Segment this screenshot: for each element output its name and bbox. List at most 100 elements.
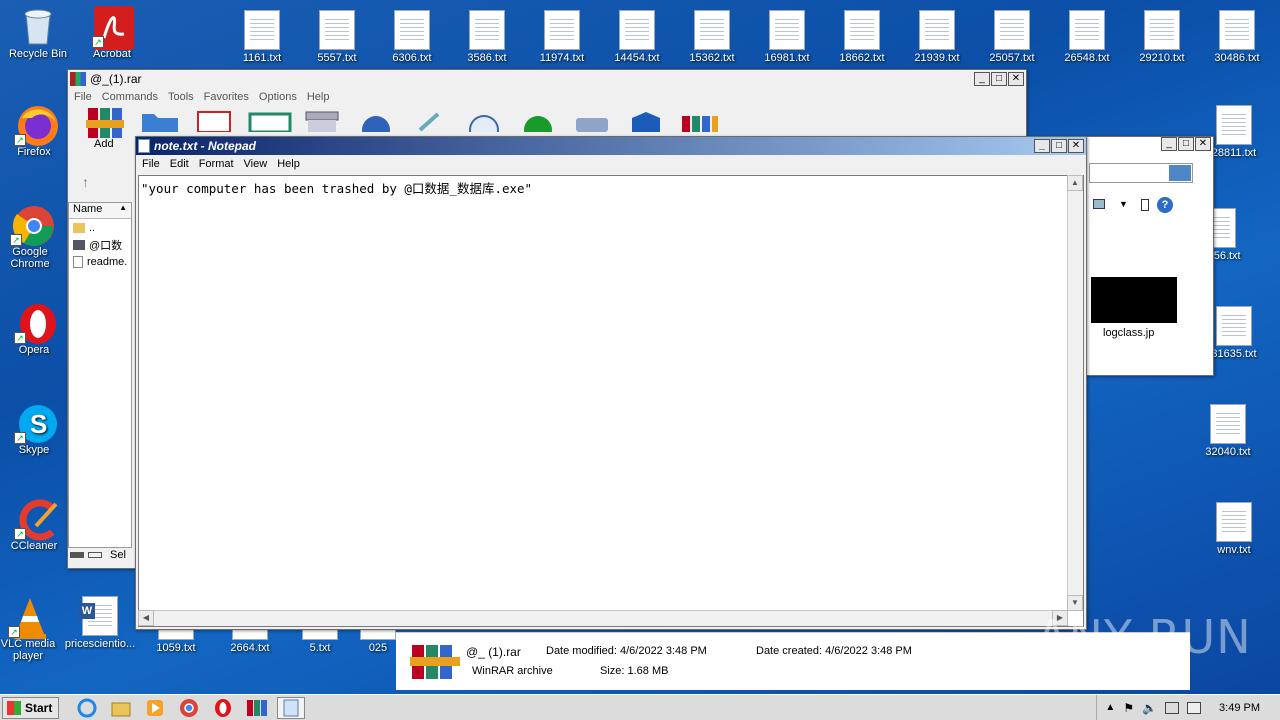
scroll-down-button[interactable]: ▼: [1067, 595, 1083, 611]
list-item[interactable]: ..: [69, 219, 131, 236]
chevron-down-icon[interactable]: ▼: [1119, 199, 1128, 209]
desktop-file-icon[interactable]: 29210.txt: [1124, 10, 1200, 64]
desktop-icon-firefox[interactable]: ↗ Firefox: [0, 104, 72, 158]
notepad-titlebar[interactable]: note.txt - Notepad _ □ ✕: [136, 137, 1086, 155]
start-button[interactable]: Start: [2, 696, 60, 719]
network-icon[interactable]: [1165, 701, 1180, 714]
notepad-content[interactable]: "your computer has been trashed by @口数据_…: [141, 178, 532, 197]
desktop-file-icon[interactable]: 6306.txt: [374, 10, 450, 64]
minimize-button[interactable]: _: [1161, 137, 1177, 151]
menu-item[interactable]: Favorites: [204, 91, 249, 103]
menu-item[interactable]: Help: [307, 91, 330, 103]
up-arrow-icon[interactable]: ↑: [82, 174, 89, 190]
close-button[interactable]: ✕: [1008, 72, 1024, 86]
taskbar-ie-icon[interactable]: [73, 697, 101, 719]
text-file-icon: [1219, 10, 1255, 50]
details-date-modified: Date modified: 4/6/2022 3:48 PM: [546, 645, 707, 657]
list-item[interactable]: readme.: [69, 253, 131, 270]
desktop-file-label: 1059.txt: [156, 642, 196, 654]
winrar-titlebar[interactable]: @_(1).rar _ □ ✕: [68, 70, 1026, 88]
taskbar-winrar-icon[interactable]: [243, 697, 271, 719]
close-button[interactable]: ✕: [1195, 137, 1211, 151]
menu-item[interactable]: Edit: [170, 158, 189, 170]
desktop-file-icon[interactable]: 3586.txt: [449, 10, 525, 64]
desktop-file-icon[interactable]: 15362.txt: [674, 10, 750, 64]
explorer-window[interactable]: _ □ ✕ ▼ ? logclass.jp: [1086, 136, 1214, 376]
menu-item[interactable]: File: [74, 91, 92, 103]
taskbar-explorer-icon[interactable]: [107, 697, 135, 719]
desktop-file-label: 2664.txt: [230, 642, 270, 654]
taskbar: Start ▲ ⚑ 🔈 3:49 PM: [0, 694, 1280, 720]
chrome-icon: ↗: [10, 204, 54, 246]
desktop-icon-acrobat[interactable]: ↗ Acrobat: [74, 6, 150, 60]
taskbar-opera-icon[interactable]: [209, 697, 237, 719]
search-icon[interactable]: [1169, 165, 1191, 181]
action-center-icon[interactable]: ⚑: [1123, 701, 1134, 715]
shortcut-arrow-icon: ↗: [92, 36, 104, 48]
power-icon[interactable]: [1187, 701, 1202, 714]
taskbar-notepad-icon[interactable]: [277, 696, 306, 719]
vertical-scrollbar[interactable]: ▲ ▼: [1067, 175, 1083, 611]
scroll-up-button[interactable]: ▲: [1067, 175, 1083, 191]
desktop-icon-recycle-bin[interactable]: Recycle Bin: [0, 6, 76, 60]
desktop-file-icon[interactable]: 18662.txt: [824, 10, 900, 64]
maximize-button[interactable]: □: [1051, 139, 1067, 153]
winrar-file-list[interactable]: Name ▲ .. @口数 readme.: [68, 202, 132, 548]
preview-pane-icon[interactable]: [1141, 199, 1149, 211]
menu-item[interactable]: View: [244, 158, 268, 170]
horizontal-scrollbar[interactable]: ◀ ▶: [138, 610, 1068, 626]
notepad-text-area[interactable]: "your computer has been trashed by @口数据_…: [138, 175, 1084, 627]
desktop-file-icon[interactable]: 30486.txt: [1199, 10, 1275, 64]
maximize-button[interactable]: □: [991, 72, 1007, 86]
minimize-button[interactable]: _: [1034, 139, 1050, 153]
column-header-name[interactable]: Name ▲: [69, 203, 131, 219]
desktop-file-icon[interactable]: 14454.txt: [599, 10, 675, 64]
desktop-icon-word-doc[interactable]: W pricescientio...: [62, 596, 138, 650]
image-thumbnail[interactable]: [1091, 277, 1177, 323]
add-archive-icon[interactable]: Add: [86, 108, 126, 150]
desktop-file-icon[interactable]: 16981.txt: [749, 10, 825, 64]
desktop-file-icon[interactable]: 1161.txt: [224, 10, 300, 64]
shortcut-arrow-icon: ↗: [14, 432, 26, 444]
desktop-file-label: 1161.txt: [242, 52, 282, 64]
minimize-button[interactable]: _: [974, 72, 990, 86]
desktop-file-icon[interactable]: 21939.txt: [899, 10, 975, 64]
menu-item[interactable]: Tools: [168, 91, 194, 103]
drive-icon: [70, 552, 84, 558]
view-icon[interactable]: [1093, 199, 1105, 209]
menu-item[interactable]: File: [142, 158, 160, 170]
desktop-icon-label: Recycle Bin: [8, 48, 68, 60]
desktop-file-icon[interactable]: 26548.txt: [1049, 10, 1125, 64]
notepad-menubar: File Edit Format View Help: [136, 155, 1086, 173]
text-file-icon: [544, 10, 580, 50]
desktop-file-icon[interactable]: 11974.txt: [524, 10, 600, 64]
key-icon: [88, 552, 102, 558]
show-hidden-icons-icon[interactable]: ▲: [1105, 702, 1115, 713]
shortcut-arrow-icon: ↗: [8, 626, 20, 638]
desktop-file-label: 25057.txt: [989, 52, 1035, 64]
desktop-icon-vlc[interactable]: ↗ VLC media player: [0, 596, 66, 662]
close-button[interactable]: ✕: [1068, 139, 1084, 153]
desktop-icon-ccleaner[interactable]: ↗ CCleaner: [0, 498, 72, 552]
menu-item[interactable]: Commands: [102, 91, 158, 103]
desktop-file-icon[interactable]: 5557.txt: [299, 10, 375, 64]
taskbar-media-player-icon[interactable]: [141, 697, 169, 719]
desktop-file-icon[interactable]: 25057.txt: [974, 10, 1050, 64]
maximize-button[interactable]: □: [1178, 137, 1194, 151]
menu-item[interactable]: Options: [259, 91, 297, 103]
list-item[interactable]: @口数: [69, 236, 131, 253]
desktop-icon-label: Google Chrome: [10, 246, 50, 270]
scroll-left-button[interactable]: ◀: [138, 610, 154, 626]
volume-icon[interactable]: 🔈: [1142, 701, 1157, 715]
desktop-file-icon[interactable]: 32040.txt: [1190, 404, 1266, 458]
desktop-icon-chrome[interactable]: ↗ Google Chrome: [0, 204, 68, 270]
desktop-icon-opera[interactable]: ↗ Opera: [0, 302, 72, 356]
taskbar-chrome-icon[interactable]: [175, 697, 203, 719]
menu-item[interactable]: Help: [277, 158, 300, 170]
clock[interactable]: 3:49 PM: [1219, 702, 1260, 714]
notepad-window[interactable]: note.txt - Notepad _ □ ✕ File Edit Format V…: [135, 136, 1087, 630]
desktop-icon-skype[interactable]: S ↗ Skype: [0, 402, 72, 456]
menu-item[interactable]: Format: [199, 158, 234, 170]
desktop-file-icon[interactable]: wnv.txt: [1196, 502, 1272, 556]
help-icon[interactable]: ?: [1157, 197, 1173, 213]
